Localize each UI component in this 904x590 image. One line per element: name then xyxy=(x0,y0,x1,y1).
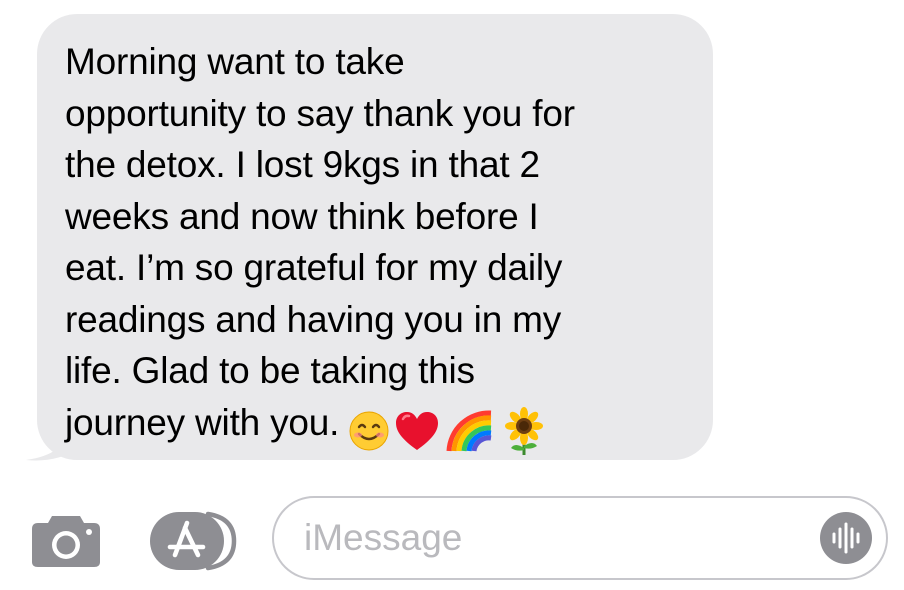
message-text: Morning want to take opportunity to say … xyxy=(65,36,689,456)
message-line: readings and having you in my xyxy=(65,298,562,340)
message-input-placeholder: iMessage xyxy=(304,517,463,558)
message-input-field[interactable]: iMessage xyxy=(272,496,888,580)
sunflower-emoji-icon xyxy=(505,406,544,455)
camera-icon xyxy=(32,516,100,567)
emoji-group xyxy=(347,403,547,456)
message-line: the detox. I lost 9kgs in that 2 xyxy=(65,144,540,185)
app-store-button[interactable] xyxy=(148,508,240,574)
audio-record-button[interactable] xyxy=(820,512,872,564)
message-line-text: journey with you. xyxy=(65,401,340,443)
audio-waveform-icon xyxy=(832,522,860,554)
message-line: opportunity to say thank you for xyxy=(65,92,575,134)
message-line: weeks and now think before I xyxy=(65,195,539,237)
incoming-message-bubble[interactable]: Morning want to take opportunity to say … xyxy=(37,14,713,460)
message-line: eat. I’m so grateful for my daily xyxy=(65,247,563,288)
camera-button[interactable] xyxy=(30,512,102,568)
red-heart-emoji-icon xyxy=(396,411,439,450)
smiling-face-emoji-icon xyxy=(349,411,389,451)
message-line: Morning want to take xyxy=(65,41,405,82)
message-line-last: journey with you. xyxy=(65,397,689,456)
app-store-icon xyxy=(150,511,237,571)
rainbow-emoji-icon xyxy=(446,410,492,452)
message-line: life. Glad to be taking this xyxy=(65,350,475,391)
